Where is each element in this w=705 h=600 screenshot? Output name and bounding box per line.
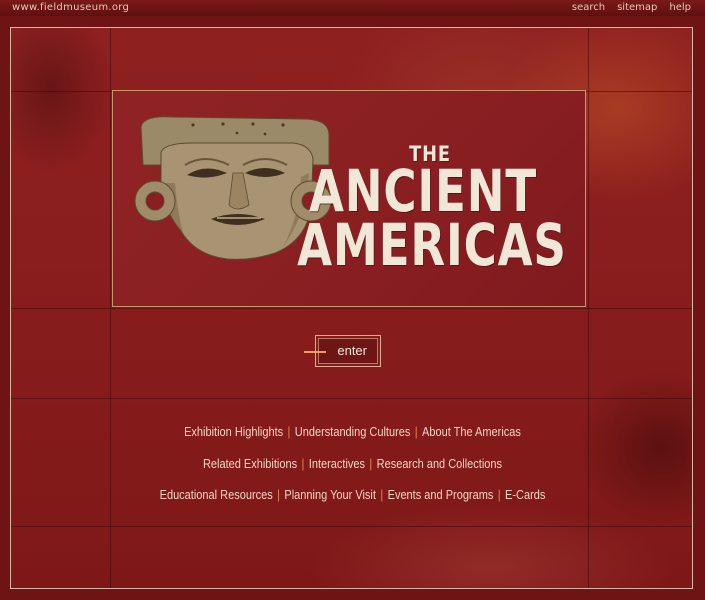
exhibit-title: THE ANCIENT AMERICAS [273, 143, 573, 279]
separator: | [277, 488, 280, 502]
link-planning-your-visit[interactable]: Planning Your Visit [284, 488, 376, 502]
search-link[interactable]: search [572, 0, 605, 15]
grid-line [110, 28, 111, 588]
link-row-3: Educational Resources | Planning Your Visi… [52, 488, 653, 502]
separator: | [287, 425, 291, 439]
separator: | [414, 425, 418, 439]
link-related-exhibitions[interactable]: Related Exhibitions [203, 457, 297, 471]
link-row-2: Related Exhibitions | Interactives | Researc… [52, 457, 653, 471]
site-url[interactable]: www.fieldmuseum.org [12, 0, 129, 15]
enter-button[interactable]: enter [304, 335, 381, 367]
separator: | [369, 457, 373, 471]
title-ancient: ANCIENT [308, 157, 538, 225]
top-bar: www.fieldmuseum.org search sitemap help [0, 0, 705, 16]
help-link[interactable]: help [669, 0, 691, 15]
link-educational-resources[interactable]: Educational Resources [160, 488, 273, 502]
link-about-the-americas[interactable]: About The Americas [422, 425, 521, 439]
grid-line [11, 398, 692, 399]
top-nav: search sitemap help [572, 0, 691, 15]
hero-banner: THE ANCIENT AMERICAS [112, 90, 586, 307]
link-exhibition-highlights[interactable]: Exhibition Highlights [184, 425, 283, 439]
page-stage: THE ANCIENT AMERICAS enter Exhibition Hi… [10, 27, 693, 589]
sitemap-link[interactable]: sitemap [617, 0, 657, 15]
separator: | [497, 488, 501, 502]
link-interactives[interactable]: Interactives [309, 457, 365, 471]
grid-line [11, 526, 692, 527]
link-e-cards[interactable]: E-Cards [505, 488, 545, 502]
title-americas: AMERICAS [297, 211, 567, 279]
grid-line [588, 28, 589, 588]
grid-line [11, 308, 692, 309]
link-understanding-cultures[interactable]: Understanding Cultures [295, 425, 411, 439]
link-row-1: Exhibition Highlights | Understanding Cult… [52, 425, 653, 439]
enter-dash [304, 351, 326, 353]
separator: | [301, 457, 305, 471]
link-research-and-collections[interactable]: Research and Collections [377, 457, 502, 471]
separator: | [380, 488, 384, 502]
link-events-and-programs[interactable]: Events and Programs [388, 488, 494, 502]
enter-label: enter [318, 338, 378, 364]
